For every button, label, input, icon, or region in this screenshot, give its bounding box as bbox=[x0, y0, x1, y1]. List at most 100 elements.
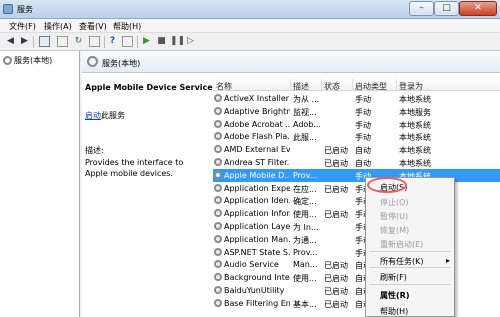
row-logon-as: 本地系统 bbox=[399, 146, 431, 156]
title-bar: 服务 – □ ✕ bbox=[0, 0, 500, 19]
service-gear-icon bbox=[214, 260, 222, 269]
table-row[interactable]: Adaptive Brightn...监视... 手动 本地服务 bbox=[213, 105, 500, 118]
row-logon-as: 本地服务 bbox=[399, 107, 431, 117]
menu-item-2[interactable]: 暂停(U) bbox=[366, 209, 454, 221]
row-name: Application Man... bbox=[224, 234, 290, 244]
start-service-link[interactable]: 启动 bbox=[85, 111, 101, 120]
column-description[interactable]: 描述 bbox=[293, 81, 309, 92]
console-tree-icon[interactable] bbox=[39, 36, 50, 47]
service-gear-icon bbox=[214, 132, 222, 141]
row-description: 为 In... bbox=[293, 223, 319, 232]
row-status: 已启动 bbox=[324, 210, 348, 220]
row-name: Audio Service bbox=[224, 260, 279, 270]
service-gear-icon bbox=[214, 234, 222, 243]
menu-view[interactable]: 查看(V) bbox=[79, 21, 107, 32]
service-gear-icon bbox=[214, 247, 222, 256]
table-row[interactable]: Andrea ST Filter... 已启动 自动 本地系统 bbox=[213, 156, 500, 169]
row-status: 已启动 bbox=[324, 146, 348, 156]
table-row[interactable]: ActiveX Installer ...为从 ... 手动 本地系统 bbox=[213, 92, 500, 105]
row-logon-as: 本地系统 bbox=[399, 159, 431, 168]
service-description-panel: Apple Mobile Device Service 启动此服务 描述: Pr… bbox=[82, 74, 213, 317]
menu-separator bbox=[370, 267, 450, 268]
table-row[interactable]: ASP.NET State S...Prov...手动网络服务 bbox=[213, 246, 500, 259]
service-gear-icon bbox=[214, 209, 222, 218]
service-name: Apple Mobile Device Service bbox=[85, 83, 213, 92]
row-startup-type: 手动 bbox=[355, 107, 371, 117]
table-row[interactable]: BaiduYunUtility已启动自动本地系统 bbox=[213, 284, 500, 297]
minimize-button[interactable]: – bbox=[409, 1, 434, 16]
menu-file[interactable]: 文件(F) bbox=[9, 21, 36, 32]
row-startup-type: 自动 bbox=[355, 159, 371, 168]
maximize-button[interactable]: □ bbox=[434, 1, 459, 16]
row-startup-type: 手动 bbox=[355, 95, 371, 104]
row-description: 此服... bbox=[293, 133, 317, 143]
services-list: 名称 描述 状态 启动类型 登录为 ActiveX Installer ...为… bbox=[213, 79, 500, 317]
menu-item-6[interactable]: 刷新(F) bbox=[366, 270, 454, 282]
row-logon-as: 本地系统 bbox=[399, 120, 431, 130]
row-status: 已启动 bbox=[324, 159, 348, 168]
refresh-icon[interactable]: ↻ bbox=[73, 36, 84, 47]
close-button[interactable]: ✕ bbox=[459, 1, 497, 16]
menu-item-7[interactable]: 属性(R) bbox=[366, 288, 454, 300]
description-label: 描述: bbox=[85, 146, 104, 155]
start-service-icon[interactable]: ▶ bbox=[141, 36, 152, 47]
table-row[interactable]: Base Filtering En...基本...已启动自动本地服务 bbox=[213, 297, 500, 310]
menu-item-5[interactable]: 所有任务(K) ▸ bbox=[366, 254, 454, 266]
show-hide-pane-icon[interactable] bbox=[57, 36, 68, 47]
row-name: Application Laye... bbox=[224, 222, 290, 231]
table-row[interactable]: Apple Mobile D...Prov...手动本地系统 bbox=[213, 168, 500, 182]
table-row[interactable]: AMD External Ev... 已启动自动 本地系统 bbox=[213, 143, 500, 156]
row-startup-type: 自动 bbox=[355, 146, 371, 156]
properties-icon[interactable] bbox=[122, 36, 133, 47]
pause-service-icon[interactable]: ❚❚ bbox=[170, 36, 185, 47]
services-app-icon bbox=[3, 4, 13, 14]
table-row[interactable]: Application Infor...使用...已启动手动本地系统 bbox=[213, 207, 500, 220]
row-name: ASP.NET State S... bbox=[224, 247, 290, 257]
column-header: 名称 描述 状态 启动类型 登录为 bbox=[213, 79, 500, 91]
table-row[interactable]: Application Man...为通...手动本地系统 bbox=[213, 233, 500, 246]
column-status[interactable]: 状态 bbox=[324, 81, 340, 92]
column-name[interactable]: 名称 bbox=[216, 81, 232, 92]
row-description: 为从 ... bbox=[293, 95, 320, 104]
table-row[interactable]: Background Inte...使用...已启动自动本地系统 bbox=[213, 271, 500, 284]
menu-action[interactable]: 操作(A) bbox=[44, 21, 72, 32]
row-description: 基本... bbox=[293, 299, 317, 309]
stop-service-icon[interactable]: ■ bbox=[156, 36, 167, 47]
menu-help[interactable]: 帮助(H) bbox=[113, 21, 141, 32]
service-gear-icon bbox=[214, 273, 222, 282]
table-row[interactable]: Adobe Acrobat ... Adob... 手动 本地系统 bbox=[213, 118, 500, 131]
gear-icon bbox=[87, 56, 98, 67]
pane-header: 服务(本地) bbox=[82, 51, 500, 73]
table-row[interactable]: Application Laye...为 In...手动本地服务 bbox=[213, 220, 500, 233]
row-startup-type: 手动 bbox=[355, 133, 371, 143]
toolbar: ◀ ▶ ↻ ? ▶ ■ ❚❚ ▷ bbox=[0, 33, 500, 51]
menu-item-4[interactable]: 重新启动(E) bbox=[366, 237, 454, 249]
row-description: Adob... bbox=[293, 119, 320, 129]
context-menu: 启动(S) 停止(O) 暂停(U) 恢复(M) 重新启动(E) 所有任务(K) ▸ 刷新(F)… bbox=[365, 177, 455, 317]
help-icon[interactable]: ? bbox=[107, 36, 118, 47]
row-name: Apple Mobile D... bbox=[224, 170, 290, 180]
description-text: Provides the interface to Apple mobile d… bbox=[85, 158, 184, 178]
menu-item-1[interactable]: 停止(O) bbox=[366, 195, 454, 207]
start-service-link-line: 启动此服务 bbox=[85, 111, 125, 120]
table-row[interactable]: Adobe Flash Pla... 此服... 手动 本地系统 bbox=[213, 130, 500, 143]
menu-item-3[interactable]: 恢复(M) bbox=[366, 223, 454, 235]
back-arrow-icon[interactable]: ◀ bbox=[5, 36, 16, 47]
row-name: Application Iden... bbox=[224, 196, 290, 206]
table-row[interactable]: Application Iden...确定...手动本地服务 bbox=[213, 194, 500, 207]
table-row[interactable]: Audio ServiceMan...已启动自动本地系统 bbox=[213, 258, 500, 271]
column-startup-type[interactable]: 启动类型 bbox=[355, 81, 387, 92]
restart-service-icon[interactable]: ▷ bbox=[185, 36, 196, 47]
submenu-arrow-icon: ▸ bbox=[445, 256, 450, 265]
row-description: 监视... bbox=[293, 107, 317, 117]
tree-node-services-local[interactable]: 服务(本地) bbox=[3, 55, 52, 66]
service-gear-icon bbox=[214, 222, 222, 230]
highlight-circle bbox=[367, 177, 407, 193]
menu-item-8[interactable]: 帮助(H) bbox=[366, 304, 454, 316]
column-logon-as[interactable]: 登录为 bbox=[399, 81, 423, 92]
forward-arrow-icon[interactable]: ▶ bbox=[19, 36, 30, 47]
row-description: 在应... bbox=[293, 184, 317, 194]
table-row[interactable]: Application Expe...在应...已启动手动本地系统 bbox=[213, 182, 500, 195]
window-title: 服务 bbox=[17, 5, 33, 14]
export-list-icon[interactable] bbox=[89, 36, 100, 47]
